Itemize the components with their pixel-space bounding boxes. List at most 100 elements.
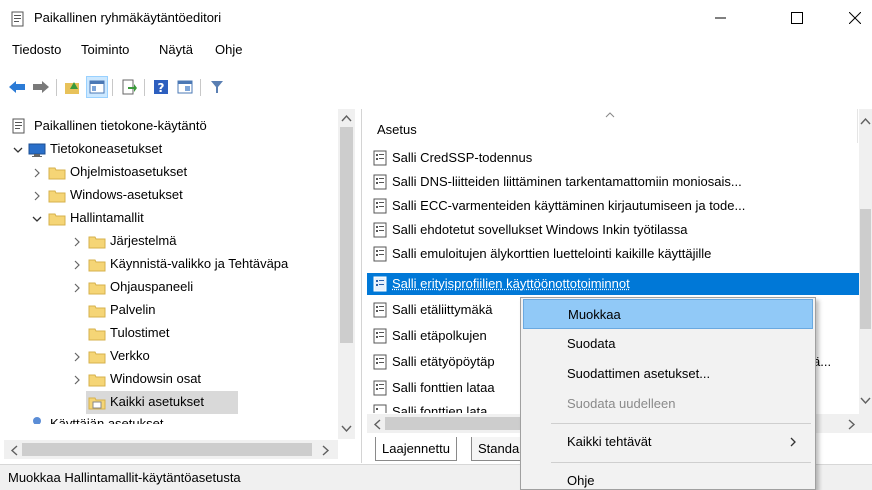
scroll-down-icon[interactable]	[341, 425, 352, 433]
pane-splitter[interactable]	[361, 109, 362, 463]
export-list-button[interactable]	[118, 76, 140, 98]
chevron-right-icon[interactable]	[71, 351, 83, 363]
tab-extended[interactable]: Laajennettu	[375, 437, 457, 461]
list-item-label: Salli DNS-liitteiden liittäminen tarkent…	[392, 174, 742, 189]
window-title: Paikallinen ryhmäkäytäntöeditori	[34, 10, 222, 25]
menu-file[interactable]: Tiedosto	[12, 42, 61, 57]
tree-item-printers[interactable]: Tulostimet	[4, 322, 338, 345]
chevron-right-icon[interactable]	[71, 282, 83, 294]
forward-button[interactable]	[30, 76, 52, 98]
tree-item-windows-components[interactable]: Windowsin osat	[4, 368, 338, 391]
context-menu-filter[interactable]: Suodata	[523, 329, 813, 359]
list-item[interactable]: Salli emuloitujen älykorttien luetteloin…	[367, 243, 859, 265]
tree-horizontal-scrollbar[interactable]	[4, 440, 338, 459]
show-hide-tree-button[interactable]	[86, 76, 108, 98]
toolbar: ?	[0, 76, 872, 100]
context-menu-edit[interactable]: Muokkaa	[523, 299, 813, 329]
forward-arrow-icon	[33, 81, 49, 93]
help-button[interactable]: ?	[150, 76, 172, 98]
column-header-setting[interactable]: Asetus	[377, 122, 417, 137]
tree-item-local-computer-policy[interactable]: Paikallinen tietokone-käytäntö	[4, 115, 334, 138]
list-item[interactable]: Salli ECC-varmenteiden käyttäminen kirja…	[367, 195, 859, 217]
chevron-right-icon[interactable]	[71, 259, 83, 271]
toolbar-separator	[56, 79, 57, 96]
setting-icon	[373, 276, 387, 292]
list-hscroll-thumb[interactable]	[385, 417, 525, 430]
filter-button[interactable]	[206, 76, 228, 98]
tree-hscroll-thumb[interactable]	[22, 443, 312, 456]
folder-icon	[88, 236, 106, 249]
menu-help[interactable]: Ohje	[215, 42, 242, 57]
list-vertical-scrollbar[interactable]	[859, 109, 872, 414]
back-arrow-icon	[9, 81, 25, 93]
scroll-down-icon[interactable]	[860, 397, 871, 405]
tree-item-administrative-templates[interactable]: Hallintamallit	[4, 207, 334, 230]
toolbar-separator	[200, 79, 201, 96]
tree-item-software-settings[interactable]: Ohjelmistoasetukset	[4, 161, 334, 184]
tree-item-system[interactable]: Järjestelmä	[4, 230, 338, 253]
sort-up-icon	[605, 112, 615, 118]
list-item[interactable]: Salli ehdotetut sovellukset Windows Inki…	[367, 219, 859, 241]
tree-item-user-configuration[interactable]: Käyttäjän asetukset	[4, 414, 334, 424]
list-item[interactable]: Salli CredSSP-todennus	[367, 147, 859, 169]
tree-item-all-settings[interactable]: Kaikki asetukset	[86, 391, 238, 414]
tree-item-label: Ohjelmistoasetukset	[70, 164, 188, 179]
tree-item-start-menu-taskbar[interactable]: Käynnistä-valikko ja Tehtäväpa	[4, 253, 338, 276]
context-menu-all-tasks[interactable]: Kaikki tehtävät	[523, 427, 813, 457]
folder-icon	[88, 259, 106, 272]
close-button[interactable]	[832, 0, 872, 36]
tree-item-label: Windowsin osat	[110, 371, 202, 386]
extended-view-button[interactable]	[174, 76, 196, 98]
up-folder-icon	[65, 82, 79, 94]
menu-item-label: Suodata	[567, 336, 616, 351]
close-icon	[849, 12, 861, 24]
chevron-down-icon[interactable]	[12, 144, 24, 156]
list-item-label: Salli etäpolkujen	[392, 328, 487, 343]
chevron-right-icon[interactable]	[31, 190, 43, 202]
toolbar-separator	[112, 79, 113, 96]
scroll-left-icon[interactable]	[10, 445, 18, 456]
scroll-up-icon[interactable]	[341, 114, 352, 122]
menu-item-label: Muokkaa	[568, 307, 621, 322]
folder-icon	[48, 190, 66, 203]
setting-icon	[373, 380, 387, 396]
chevron-right-icon[interactable]	[71, 374, 83, 386]
toolbar-separator	[144, 79, 145, 96]
tree-item-control-panel[interactable]: Ohjauspaneeli	[4, 276, 338, 299]
tree-item-server[interactable]: Palvelin	[4, 299, 338, 322]
tree-item-windows-settings[interactable]: Windows-asetukset	[4, 184, 334, 207]
extended-view-icon	[177, 80, 193, 94]
menu-view[interactable]: Näytä	[159, 42, 193, 57]
setting-icon	[373, 302, 387, 318]
list-item-label: Salli ehdotetut sovellukset Windows Inki…	[392, 222, 688, 237]
list-item-selected[interactable]: Salli erityisprofiilien käyttöönottotoim…	[367, 273, 859, 295]
tree-item-label: Käyttäjän asetukset	[50, 416, 164, 424]
scroll-right-icon[interactable]	[322, 445, 330, 456]
folder-icon	[88, 282, 106, 295]
tree-item-computer-configuration[interactable]: Tietokoneasetukset	[4, 138, 334, 161]
back-button[interactable]	[6, 76, 28, 98]
context-menu-refilter: Suodata uudelleen	[523, 389, 813, 419]
scroll-up-icon[interactable]	[860, 117, 871, 125]
all-settings-folder-icon	[88, 397, 106, 410]
tree-item-network[interactable]: Verkko	[4, 345, 338, 368]
context-menu-filter-options[interactable]: Suodattimen asetukset...	[523, 359, 813, 389]
scroll-left-icon[interactable]	[373, 419, 381, 430]
menu-item-label: Suodata uudelleen	[567, 396, 676, 411]
chevron-down-icon[interactable]	[31, 213, 43, 225]
list-scroll-thumb[interactable]	[860, 209, 871, 329]
scroll-right-icon[interactable]	[848, 419, 856, 430]
maximize-button[interactable]	[774, 0, 820, 36]
tree-scroll-thumb[interactable]	[340, 127, 353, 343]
minimize-button[interactable]	[698, 0, 744, 36]
up-one-level-button[interactable]	[62, 76, 84, 98]
tree-vertical-scrollbar[interactable]	[338, 109, 355, 439]
list-header: Asetus	[367, 109, 867, 143]
chevron-right-icon[interactable]	[71, 236, 83, 248]
tree-item-label: Palvelin	[110, 302, 156, 317]
menu-action[interactable]: Toiminto	[81, 42, 129, 57]
tree-item-label: Käynnistä-valikko ja Tehtäväpa	[110, 256, 289, 271]
list-item[interactable]: Salli DNS-liitteiden liittäminen tarkent…	[367, 171, 859, 193]
context-menu-help[interactable]: Ohje	[523, 466, 813, 490]
chevron-right-icon[interactable]	[31, 167, 43, 179]
